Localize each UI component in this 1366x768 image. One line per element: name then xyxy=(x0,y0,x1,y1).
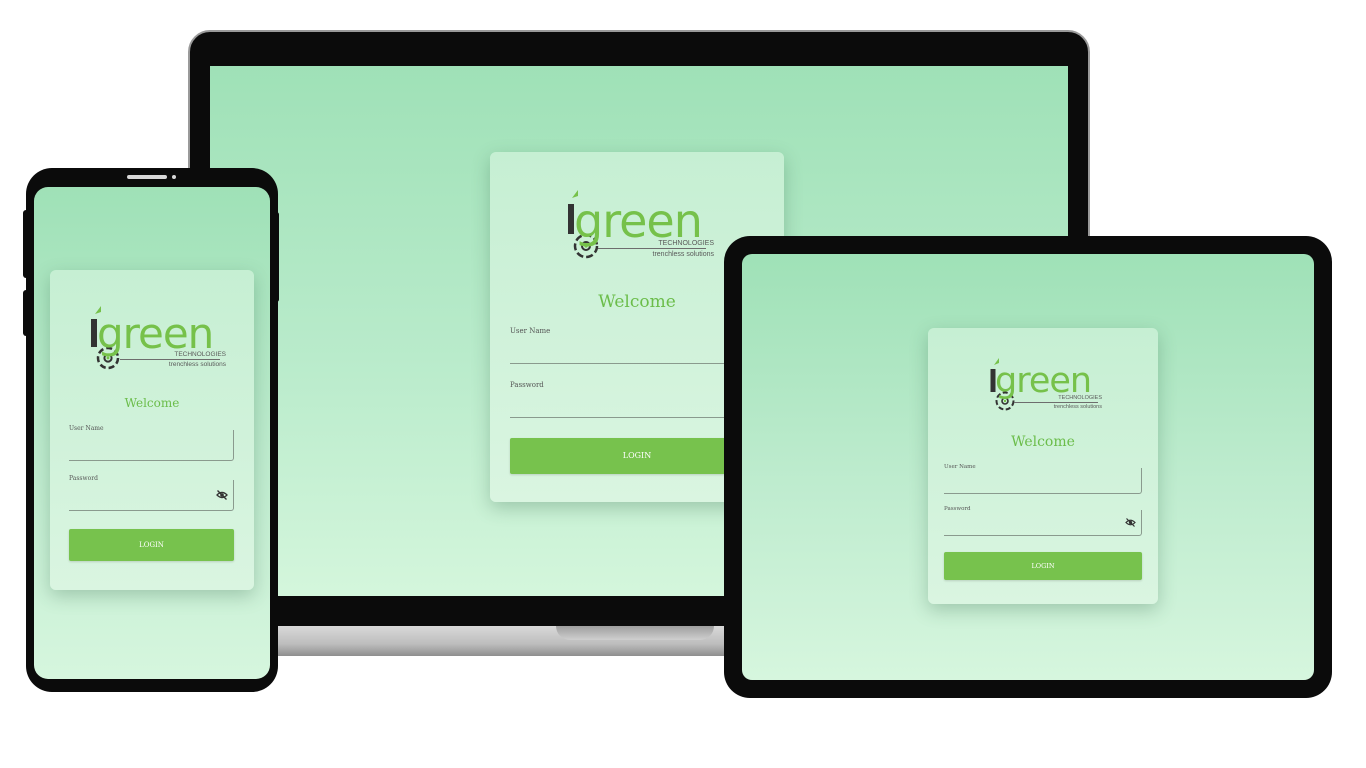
logo-tagline: trenchless solutions xyxy=(652,251,714,258)
eye-off-icon[interactable] xyxy=(1125,518,1136,527)
welcome-heading: Welcome xyxy=(1011,434,1075,450)
tablet-screen: green TECHNOLOGIES trenchless solutions … xyxy=(742,254,1314,680)
phone-speaker xyxy=(127,175,167,179)
eye-off-icon[interactable] xyxy=(216,490,228,500)
igreen-logo: green TECHNOLOGIES trenchless solutions xyxy=(988,358,1102,412)
logo-company: TECHNOLOGIES xyxy=(658,240,714,247)
login-card: green TECHNOLOGIES trenchless solutions … xyxy=(928,328,1158,604)
password-label: Password xyxy=(510,381,544,389)
logo-tagline: trenchless solutions xyxy=(168,361,226,368)
password-field[interactable] xyxy=(69,480,237,512)
igreen-logo: green TECHNOLOGIES trenchless solutions xyxy=(88,306,226,372)
login-button[interactable]: LOGIN xyxy=(944,552,1142,580)
welcome-heading: Welcome xyxy=(124,396,180,410)
logo-wordmark: green xyxy=(574,194,703,248)
password-input[interactable] xyxy=(944,510,1145,537)
username-input[interactable] xyxy=(944,468,1145,495)
logo-company: TECHNOLOGIES xyxy=(1058,395,1102,401)
login-button[interactable]: LOGIN xyxy=(69,529,234,561)
igreen-logo: green TECHNOLOGIES trenchless solutions xyxy=(564,190,714,262)
username-field[interactable] xyxy=(69,430,237,462)
logo-tagline: trenchless solutions xyxy=(1053,404,1102,410)
phone-screen: green TECHNOLOGIES trenchless solutions … xyxy=(34,187,270,679)
logo-wordmark: green xyxy=(995,361,1092,401)
login-card: green TECHNOLOGIES trenchless solutions … xyxy=(50,270,254,590)
laptop-trackpad-notch xyxy=(556,626,714,640)
username-field[interactable] xyxy=(944,468,1145,495)
logo-company: TECHNOLOGIES xyxy=(174,351,226,358)
logo-divider xyxy=(598,248,706,249)
logo-divider xyxy=(120,359,220,360)
logo-wordmark: green xyxy=(97,309,214,358)
username-label: User Name xyxy=(510,327,551,335)
password-field[interactable] xyxy=(944,510,1145,537)
phone-camera xyxy=(172,175,176,179)
username-input[interactable] xyxy=(69,430,237,462)
password-input[interactable] xyxy=(69,480,237,512)
logo-divider xyxy=(1014,402,1098,403)
